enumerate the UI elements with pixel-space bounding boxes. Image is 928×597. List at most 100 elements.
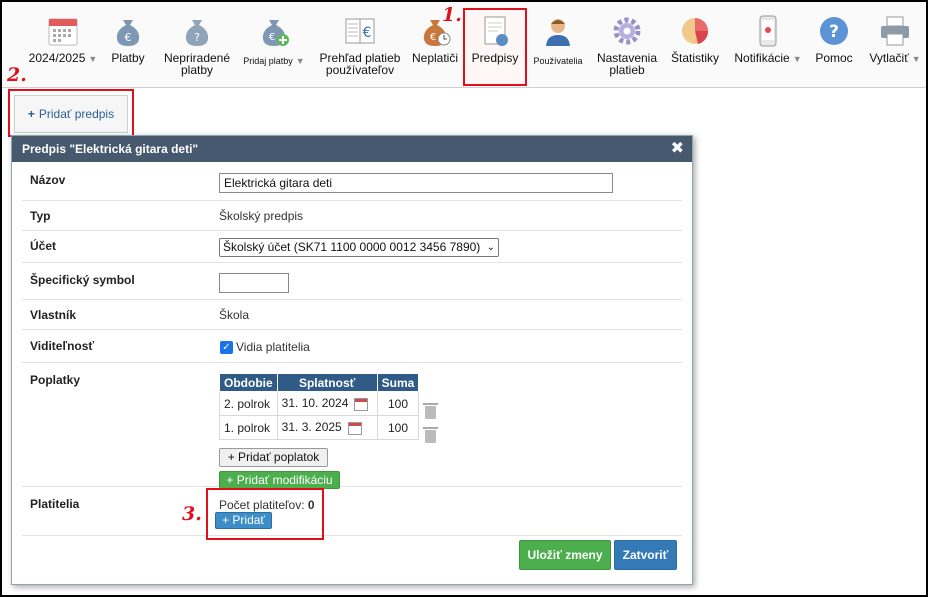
toolbar-year[interactable]: 2024/2025 ▼ — [20, 10, 106, 88]
table-row: 1. polrok 31. 3. 2025 100 — [219, 415, 420, 440]
fee-amount[interactable]: 100 — [376, 391, 420, 416]
svg-text:€: € — [430, 32, 436, 43]
viditelnost-label: Vidia platitelia — [236, 340, 310, 354]
trash-icon[interactable] — [423, 403, 438, 419]
toolbar-predpisy[interactable]: Predpisy — [463, 8, 527, 86]
toolbar-statistiky-label: Štatistiky — [670, 51, 719, 65]
fee-due-cell[interactable]: 31. 3. 2025 — [276, 415, 378, 440]
svg-text:€: € — [125, 31, 132, 44]
annotation-step-2: 2. — [7, 64, 27, 86]
row-poplatky: Poplatky Obdobie Splatnosť Suma 2. polro… — [22, 363, 682, 489]
toolbar-pouzivatelia[interactable]: Používatelia — [530, 10, 586, 88]
document-coin-icon — [484, 16, 508, 46]
plus-icon: + — [27, 107, 35, 121]
fee-due: 31. 3. 2025 — [281, 420, 342, 435]
vlastnik-value: Škola — [219, 308, 250, 322]
toolbar-year-label: 2024/2025 ▼ — [28, 51, 98, 65]
gear-icon — [613, 17, 641, 45]
printer-icon — [881, 16, 909, 46]
help-icon: ? — [820, 17, 848, 45]
toolbar-notifikacie[interactable]: Notifikácie ▼ — [728, 10, 808, 88]
fees-header-row: Obdobie Splatnosť Suma — [219, 373, 420, 392]
ledger-euro-icon: € — [345, 18, 375, 44]
toolbar-vytlacit[interactable]: Vytlačiť ▼ — [864, 10, 926, 88]
toolbar-nepriradene[interactable]: ? Nepriradené platby — [159, 10, 235, 88]
toolbar-nastavenia-label: Nastavenia platieb — [596, 51, 658, 77]
row-platitelia: Platitelia Počet platiteľov: 0 + Pridať — [22, 487, 682, 536]
row-typ: Typ Školský predpis — [22, 201, 682, 231]
close-button[interactable]: Zatvoriť — [614, 540, 677, 570]
toolbar-notifikacie-label: Notifikácie ▼ — [734, 51, 802, 65]
toolbar-prehlad-label: Prehľad platieb používateľov — [319, 51, 401, 77]
row-nazov: Názov Elektrická gitara deti — [22, 166, 682, 201]
trash-icon[interactable] — [423, 427, 438, 443]
toolbar-nepriradene-label: Nepriradené platby — [163, 51, 231, 77]
toolbar-platby-label: Platby — [111, 51, 145, 65]
toolbar-platby[interactable]: € Platby — [108, 10, 148, 88]
add-fee-button[interactable]: + Pridať poplatok — [219, 448, 328, 467]
label-ucet: Účet — [30, 239, 57, 253]
ucet-select[interactable]: Školský účet (SK71 1100 0000 0012 3456 7… — [219, 238, 499, 257]
toolbar-pouzivatelia-label: Používatelia — [533, 56, 583, 66]
symbol-input[interactable] — [219, 273, 289, 293]
col-splatnost: Splatnosť — [276, 373, 378, 392]
row-vlastnik: Vlastník Škola — [22, 300, 682, 330]
predpis-dialog: Predpis "Elektrická gitara deti" ✖ Názov… — [11, 135, 693, 585]
nazov-input[interactable]: Elektrická gitara deti — [219, 173, 613, 193]
calendar-icon[interactable] — [354, 397, 369, 411]
annotation-step-1: 1. — [442, 4, 462, 26]
toolbar-pridaj[interactable]: € Pridaj platby ▼ — [240, 10, 308, 88]
add-predpis-button[interactable]: + Pridať predpis — [14, 95, 128, 133]
toolbar-statistiky[interactable]: Štatistiky — [666, 10, 724, 88]
ucet-select-value: Školský účet (SK71 1100 0000 0012 3456 7… — [223, 240, 481, 254]
add-payer-highlight — [206, 488, 324, 540]
money-bag-question-icon: ? — [185, 20, 209, 46]
fee-due-cell[interactable]: 31. 10. 2024 — [276, 391, 378, 416]
toolbar-pomoc-label: Pomoc — [815, 51, 853, 65]
pie-chart-icon — [682, 18, 709, 44]
toolbar-pridaj-label: Pridaj platby ▼ — [243, 56, 305, 66]
svg-text:€: € — [269, 32, 275, 43]
fee-period: 2. polrok — [219, 391, 278, 416]
toolbar-pomoc[interactable]: ? Pomoc — [811, 10, 857, 88]
label-symbol: Špecifický symbol — [30, 273, 135, 287]
svg-text:?: ? — [829, 22, 839, 42]
col-suma: Suma — [376, 373, 420, 392]
fee-due: 31. 10. 2024 — [281, 396, 349, 411]
row-symbol: Špecifický symbol — [22, 263, 682, 300]
col-obdobie: Obdobie — [219, 373, 278, 392]
toolbar-neplatici-label: Neplatiči — [411, 51, 459, 65]
close-icon[interactable]: ✖ — [671, 136, 684, 162]
svg-text:?: ? — [194, 31, 200, 44]
fee-period: 1. polrok — [219, 415, 278, 440]
chevron-down-icon: ⌄ — [486, 242, 495, 253]
add-predpis-highlight: + Pridať predpis — [8, 89, 134, 137]
viditelnost-checkbox[interactable]: ✓ — [220, 341, 233, 354]
row-viditelnost: Viditeľnosť ✓ Vidia platitelia — [22, 330, 682, 363]
typ-value: Školský predpis — [219, 209, 304, 223]
phone-icon — [759, 15, 777, 47]
save-button[interactable]: Uložiť zmeny — [519, 540, 611, 570]
money-bag-euro-icon: € — [116, 20, 140, 46]
table-row: 2. polrok 31. 10. 2024 100 — [219, 391, 420, 416]
user-icon — [546, 19, 570, 46]
calendar-icon — [48, 18, 78, 46]
fee-amount[interactable]: 100 — [376, 415, 420, 440]
main-toolbar: 2024/2025 ▼ € Platby ? Nepriradené platby… — [2, 2, 926, 88]
label-vlastnik: Vlastník — [30, 308, 77, 322]
label-nazov: Názov — [30, 173, 66, 187]
row-ucet: Účet Školský účet (SK71 1100 0000 0012 3… — [22, 231, 682, 263]
annotation-step-3: 3. — [182, 503, 202, 525]
label-viditelnost: Viditeľnosť — [30, 339, 95, 353]
add-predpis-label: Pridať predpis — [38, 107, 115, 121]
toolbar-vytlacit-label: Vytlačiť ▼ — [869, 51, 921, 65]
dialog-title: Predpis "Elektrická gitara deti" — [22, 142, 199, 156]
label-poplatky: Poplatky — [30, 373, 81, 387]
toolbar-prehlad[interactable]: € Prehľad platieb používateľov — [312, 10, 408, 88]
svg-text:€: € — [363, 25, 372, 41]
toolbar-nastavenia[interactable]: Nastavenia platieb — [591, 10, 663, 88]
calendar-icon[interactable] — [347, 421, 362, 435]
dialog-header: Predpis "Elektrická gitara deti" ✖ — [12, 136, 692, 162]
money-bag-plus-icon: € — [262, 20, 289, 46]
fees-table: Obdobie Splatnosť Suma 2. polrok 31. 10.… — [219, 373, 420, 440]
